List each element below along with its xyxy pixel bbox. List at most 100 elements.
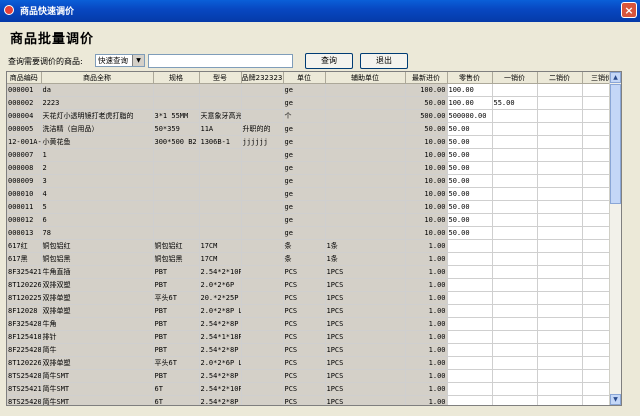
table-cell[interactable]: 50.00	[447, 226, 493, 240]
table-row[interactable]: 000008 2 ge 10.00 50.00	[7, 161, 621, 175]
table-cell[interactable]	[537, 395, 583, 405]
table-row[interactable]: 617红 铜包铝红 铜包铝红 17CM 条 1条 1.00	[7, 239, 621, 253]
table-cell[interactable]	[537, 122, 583, 136]
table-row[interactable]: 8F325428 牛角 PBT 2.54*2*8P PCS 1PCS 1.00	[7, 317, 621, 331]
table-cell[interactable]	[492, 330, 538, 344]
table-cell[interactable]	[537, 317, 583, 331]
table-row[interactable]: 8TS25428 简牛SMT PBT 2.54*2*8P PCS 1PCS 1.00	[7, 369, 621, 383]
table-row[interactable]: 8TS254210简牛SMT6T2.54*2*10P PCS1PCS1.00	[7, 382, 621, 396]
table-cell[interactable]	[492, 83, 538, 97]
table-cell[interactable]	[492, 122, 538, 136]
table-cell[interactable]	[447, 356, 493, 370]
column-header[interactable]: 商品全称	[41, 72, 154, 84]
table-cell[interactable]	[447, 330, 493, 344]
table-row[interactable]: 000002 2223 ge 50.00 100.00 55.00	[7, 96, 621, 110]
table-cell[interactable]	[492, 343, 538, 357]
column-header[interactable]: 商品编码	[7, 72, 42, 84]
price-grid[interactable]: 商品编码 商品全称 规格 型号 品牌232323 单位 辅助单位 最新进价 零售价 一销价 二销价三…	[6, 71, 622, 406]
table-row[interactable]: 000013 78 ge 10.00 50.00	[7, 226, 621, 240]
column-header[interactable]: 零售价	[447, 72, 493, 84]
table-row[interactable]: 8T120226 双排双塑 PBT 2.0*2*6P PCS 1PCS 1.00	[7, 278, 621, 292]
table-cell[interactable]: 50.00	[447, 213, 493, 227]
table-cell[interactable]	[492, 265, 538, 279]
table-cell[interactable]: 55.00	[492, 96, 538, 110]
table-cell[interactable]	[537, 174, 583, 188]
table-row[interactable]: 8TS25420 简牛SMT 6T 2.54*2*8P PCS 1PCS 1.00	[7, 395, 621, 405]
table-cell[interactable]: 100.00	[447, 96, 493, 110]
scroll-up-icon[interactable]: ▲	[610, 72, 621, 83]
table-row[interactable]: 8T120225 双排单塑 平头6T 20.*2*25P PCS 1PCS 1.00	[7, 291, 621, 305]
table-cell[interactable]: 100.00	[447, 83, 493, 97]
table-cell[interactable]	[492, 135, 538, 149]
table-cell[interactable]	[447, 265, 493, 279]
table-cell[interactable]	[537, 239, 583, 253]
column-header[interactable]: 二销价	[537, 72, 583, 84]
table-cell[interactable]	[537, 213, 583, 227]
table-row[interactable]: 000009 3 ge 10.00 50.00	[7, 174, 621, 188]
chevron-down-icon[interactable]: ▼	[132, 55, 144, 66]
table-cell[interactable]	[492, 200, 538, 214]
table-cell[interactable]	[492, 317, 538, 331]
table-cell[interactable]: 50.00	[447, 187, 493, 201]
table-row[interactable]: 8F125418 排针 PBT 2.54*1*18P PCS 1PCS 1.00	[7, 330, 621, 344]
table-cell[interactable]: 50.00	[447, 122, 493, 136]
table-cell[interactable]	[492, 226, 538, 240]
table-cell[interactable]	[537, 265, 583, 279]
table-row[interactable]: 000005 洗洁精（自用品） 50*359 11A 升职的的 ge 50.00 50.00	[7, 122, 621, 136]
table-cell[interactable]	[447, 304, 493, 318]
table-cell[interactable]	[447, 291, 493, 305]
table-cell[interactable]	[537, 187, 583, 201]
table-cell[interactable]	[492, 148, 538, 162]
table-cell[interactable]	[492, 395, 538, 405]
table-cell[interactable]	[447, 343, 493, 357]
table-cell[interactable]	[492, 213, 538, 227]
table-cell[interactable]	[492, 369, 538, 383]
column-header[interactable]: 辅助单位	[325, 72, 406, 84]
table-cell[interactable]: 50.00	[447, 174, 493, 188]
table-cell[interactable]	[447, 239, 493, 253]
table-row[interactable]: 617黑 铜包铝黑 铜包铝黑 17CM 条 1条 1.00	[7, 252, 621, 266]
table-cell[interactable]	[492, 278, 538, 292]
search-mode-select[interactable]: 快速查询 ▼	[95, 54, 145, 67]
table-row[interactable]: 000010 4 ge 10.00 50.00	[7, 187, 621, 201]
table-cell[interactable]: 50.00	[447, 161, 493, 175]
table-cell[interactable]	[537, 382, 583, 396]
column-header[interactable]: 品牌232323	[241, 72, 284, 84]
table-cell[interactable]	[492, 304, 538, 318]
table-cell[interactable]: 50.00	[447, 148, 493, 162]
close-button[interactable]: ×	[621, 2, 637, 18]
table-row[interactable]: 000001 da ge 100.00 100.00	[7, 83, 621, 97]
query-button[interactable]: 查询	[305, 53, 353, 69]
column-header[interactable]: 一销价	[492, 72, 538, 84]
table-row[interactable]: 8F3254210牛角直插PBT2.54*2*10P PCS1PCS1.00	[7, 265, 621, 279]
table-cell[interactable]	[492, 109, 538, 123]
table-cell[interactable]	[537, 109, 583, 123]
exit-button[interactable]: 退出	[360, 53, 408, 69]
table-cell[interactable]	[492, 291, 538, 305]
table-cell[interactable]	[537, 356, 583, 370]
table-cell[interactable]	[492, 382, 538, 396]
table-cell[interactable]	[537, 343, 583, 357]
table-cell[interactable]	[537, 83, 583, 97]
table-cell[interactable]	[492, 174, 538, 188]
table-row[interactable]: 8T120226 双排单塑 平头6T 2.0*2*6P L PCS 1PCS 1.00	[7, 356, 621, 370]
table-cell[interactable]	[537, 278, 583, 292]
table-cell[interactable]: 500000.00	[447, 109, 493, 123]
scroll-down-icon[interactable]: ▼	[610, 394, 621, 405]
table-cell[interactable]	[492, 187, 538, 201]
table-cell[interactable]	[537, 96, 583, 110]
table-row[interactable]: 8F12028 双排单塑 PBT 2.0*2*8P L PCS 1PCS 1.00	[7, 304, 621, 318]
column-header[interactable]: 单位	[283, 72, 326, 84]
table-cell[interactable]	[492, 239, 538, 253]
table-cell[interactable]	[537, 161, 583, 175]
table-cell[interactable]	[537, 291, 583, 305]
table-row[interactable]: 12-001A-FT1小黄花鱼300*500 B21306B-1jjjjjjge…	[7, 135, 621, 149]
table-cell[interactable]	[537, 369, 583, 383]
table-cell[interactable]	[537, 200, 583, 214]
table-cell[interactable]	[492, 252, 538, 266]
table-cell[interactable]: 50.00	[447, 200, 493, 214]
table-row[interactable]: 000004 天花灯小透明镜打老虎打脂的 3*1 55MM 天意象牙高光 个 500.00…	[7, 109, 621, 123]
table-row[interactable]: 000011 5 ge 10.00 50.00	[7, 200, 621, 214]
table-cell[interactable]	[447, 395, 493, 405]
table-cell[interactable]	[492, 161, 538, 175]
